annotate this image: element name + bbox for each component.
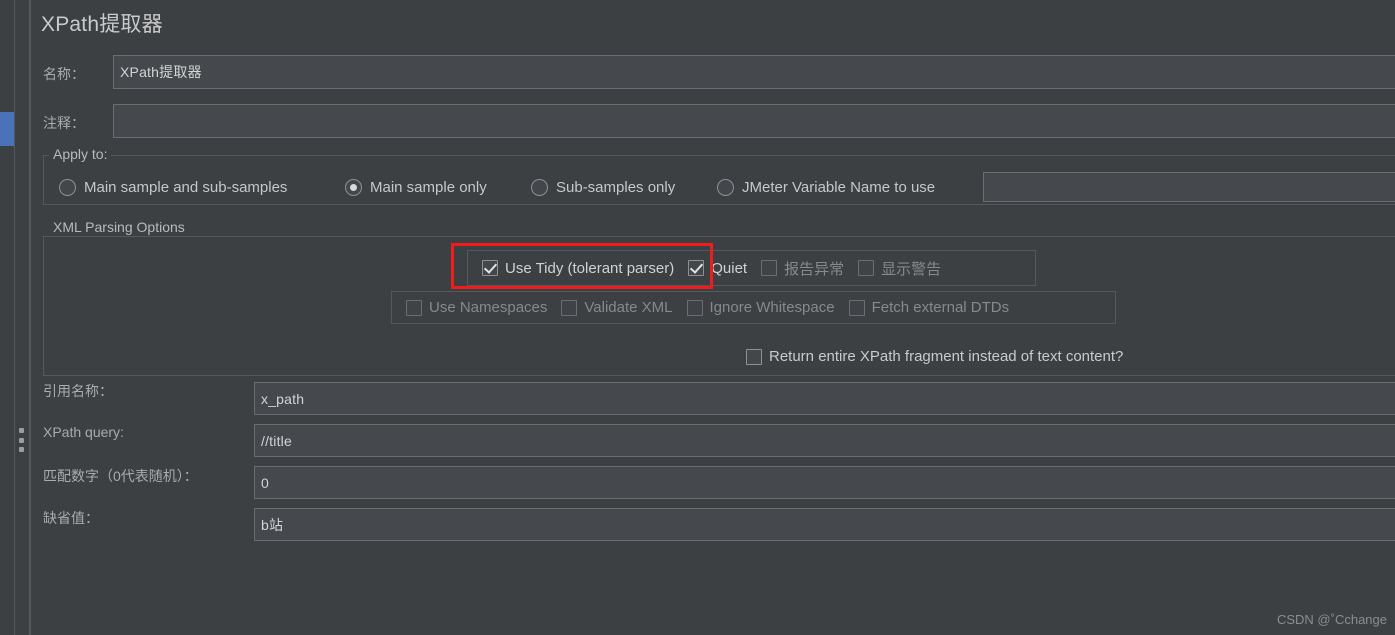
checkbox-ignore-whitespace[interactable]: Ignore Whitespace bbox=[686, 299, 835, 316]
checkbox-label: Ignore Whitespace bbox=[709, 299, 835, 316]
comment-label: 注释： bbox=[43, 115, 85, 131]
checkbox-label: Use Namespaces bbox=[429, 299, 548, 316]
tidy-options-row: Use Tidy (tolerant parser) Quiet 报告异常 显示… bbox=[467, 250, 1036, 286]
match-number-input[interactable]: 0 bbox=[254, 466, 1395, 499]
radio-icon bbox=[59, 179, 76, 196]
radio-main-sample-only[interactable]: Main sample only bbox=[345, 179, 487, 196]
default-value-label: 缺省值： bbox=[43, 510, 99, 526]
checkbox-icon bbox=[746, 348, 762, 365]
checkbox-icon bbox=[686, 299, 703, 316]
checkbox-fetch-external-dtds[interactable]: Fetch external DTDs bbox=[848, 299, 1010, 316]
checkbox-use-tidy[interactable]: Use Tidy (tolerant parser) bbox=[482, 260, 674, 277]
radio-icon bbox=[531, 179, 548, 196]
checkbox-use-namespaces[interactable]: Use Namespaces bbox=[406, 299, 547, 316]
xml-parsing-options-group-title: XML Parsing Options bbox=[49, 219, 189, 235]
checkbox-icon bbox=[561, 299, 578, 316]
splitter-dot bbox=[19, 437, 24, 443]
checkbox-label: 显示警告 bbox=[881, 260, 942, 278]
checkbox-quiet[interactable]: Quiet bbox=[688, 260, 747, 277]
radio-selected-icon bbox=[345, 179, 362, 196]
gutter-divider-inner bbox=[14, 0, 15, 635]
name-input[interactable]: XPath提取器 bbox=[113, 55, 1395, 89]
checkbox-icon bbox=[848, 299, 865, 316]
checkbox-icon bbox=[761, 260, 778, 276]
reference-name-label: 引用名称： bbox=[43, 383, 113, 399]
radio-label: Main sample only bbox=[370, 179, 487, 196]
checkbox-show-warnings[interactable]: 显示警告 bbox=[858, 258, 941, 279]
checkbox-label: Quiet bbox=[711, 259, 748, 277]
splitter-handle[interactable] bbox=[18, 428, 25, 452]
splitter-dot bbox=[19, 447, 24, 452]
radio-label: Sub-samples only bbox=[556, 179, 676, 196]
xpath-extractor-panel: XPath提取器 名称： XPath提取器 注释： Apply to: Main… bbox=[30, 0, 1395, 635]
checkbox-validate-xml[interactable]: Validate XML bbox=[561, 299, 673, 316]
radio-jmeter-variable-name[interactable]: JMeter Variable Name to use bbox=[717, 179, 935, 196]
checkbox-report-errors[interactable]: 报告异常 bbox=[761, 258, 844, 279]
xpath-query-input[interactable]: //title bbox=[254, 424, 1395, 457]
checkbox-return-entire-fragment[interactable]: Return entire XPath fragment instead of … bbox=[746, 348, 1123, 365]
page-title: XPath提取器 bbox=[41, 13, 163, 36]
checkbox-label: Return entire XPath fragment instead of … bbox=[769, 348, 1124, 365]
match-number-label: 匹配数字（0代表随机）： bbox=[43, 468, 198, 484]
checkbox-icon bbox=[406, 299, 422, 316]
radio-label: JMeter Variable Name to use bbox=[742, 179, 936, 196]
checkbox-label: 报告异常 bbox=[784, 260, 845, 278]
checkbox-label: Validate XML bbox=[584, 299, 673, 316]
name-label: 名称： bbox=[43, 66, 85, 82]
apply-to-group-title: Apply to: bbox=[49, 146, 112, 162]
xpath-query-label: XPath query: bbox=[43, 424, 124, 440]
xml-namespace-options-row: Use Namespaces Validate XML Ignore White… bbox=[391, 291, 1116, 324]
checkbox-label: Use Tidy (tolerant parser) bbox=[505, 259, 675, 277]
splitter-dot bbox=[19, 428, 24, 433]
comment-input[interactable] bbox=[113, 104, 1395, 138]
checkbox-icon bbox=[858, 260, 875, 276]
jmeter-variable-name-input[interactable] bbox=[983, 172, 1395, 202]
left-gutter bbox=[0, 0, 30, 635]
checkbox-icon bbox=[482, 260, 498, 276]
checkbox-icon bbox=[688, 260, 705, 276]
reference-name-input[interactable]: x_path bbox=[254, 382, 1395, 415]
radio-icon bbox=[717, 179, 734, 196]
default-value-input[interactable]: b站 bbox=[254, 508, 1395, 541]
radio-sub-samples-only[interactable]: Sub-samples only bbox=[531, 179, 675, 196]
checkbox-label: Fetch external DTDs bbox=[871, 299, 1010, 316]
radio-label: Main sample and sub-samples bbox=[84, 179, 288, 196]
watermark-text: CSDN @˚Cchange bbox=[1276, 612, 1387, 627]
radio-main-and-sub-samples[interactable]: Main sample and sub-samples bbox=[59, 179, 287, 196]
edit-change-marker bbox=[0, 112, 14, 146]
